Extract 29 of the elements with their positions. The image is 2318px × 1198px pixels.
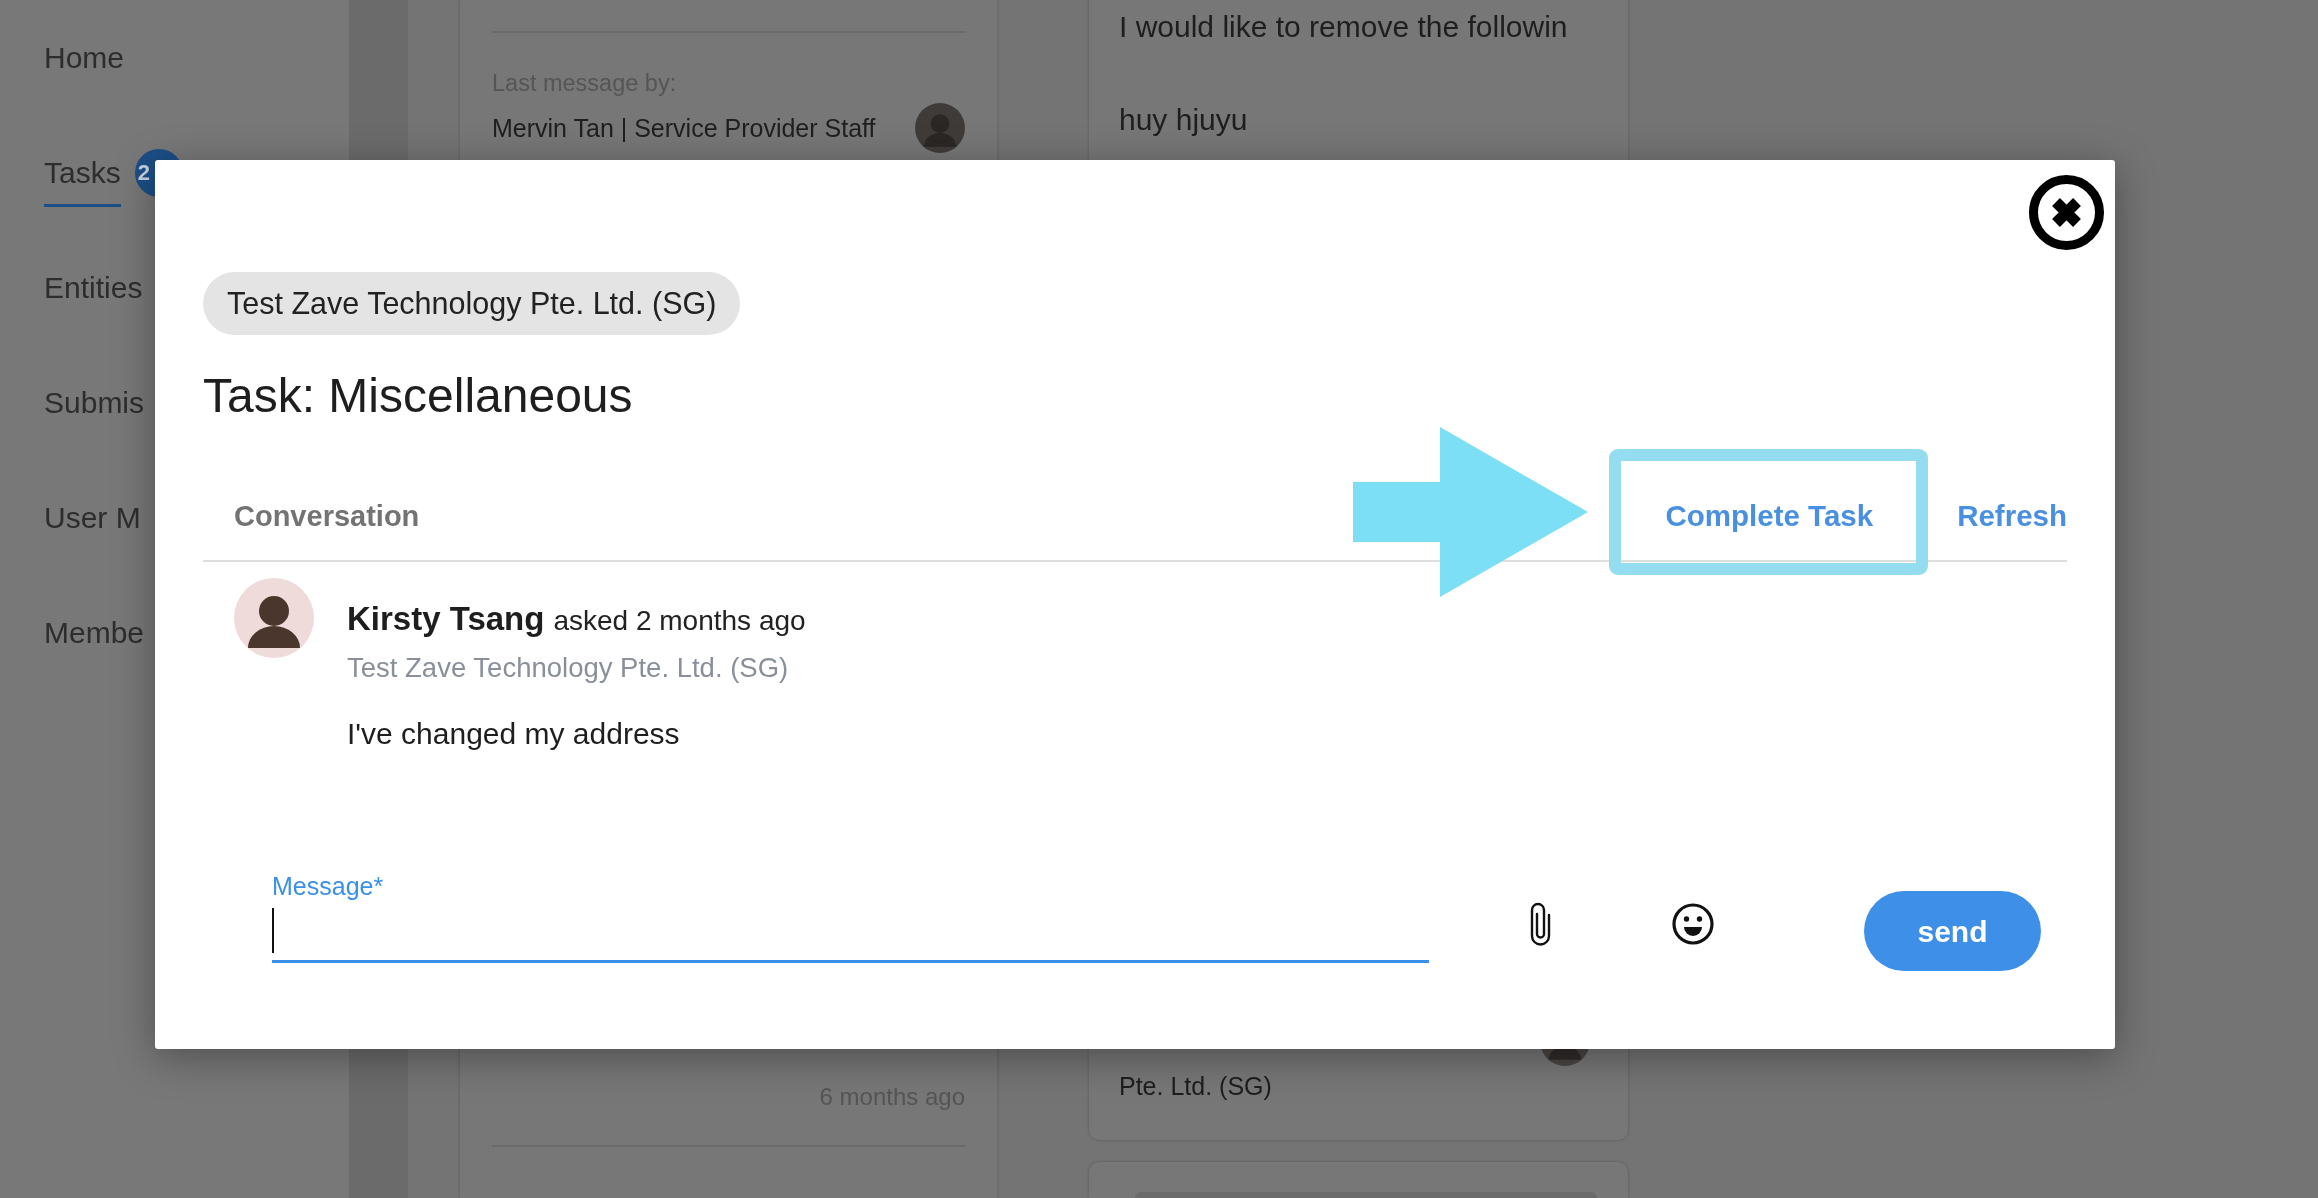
- action-button[interactable]: Complete Task: [1665, 496, 1874, 536]
- sidebar-item[interactable]: Submis: [44, 345, 145, 460]
- message-text: I've changed my address: [347, 716, 680, 752]
- message-field[interactable]: Message*: [272, 872, 1429, 963]
- emoji-button[interactable]: [1672, 903, 1714, 945]
- author-organization: Test Zave Technology Pte. Ltd. (SG): [347, 651, 789, 685]
- author-name: Kirsty Tsang: [347, 599, 545, 639]
- sidebar-item[interactable]: Entities: [44, 230, 143, 345]
- dialog-title: Task: Miscellaneous: [203, 368, 633, 424]
- message-meta: asked 2 months ago: [553, 604, 806, 638]
- task-description-text: I would like to remove the followin: [1119, 10, 1568, 44]
- send-button[interactable]: send: [1864, 891, 2041, 971]
- avatar-icon: [915, 103, 965, 153]
- text-cursor-icon: [272, 908, 274, 953]
- sidebar-item[interactable]: User M: [44, 460, 141, 575]
- avatar-icon: [234, 578, 314, 658]
- action-button[interactable]: Refresh: [1957, 496, 2067, 536]
- section-heading: Conversation: [234, 499, 420, 534]
- sidebar-item[interactable]: Membe: [44, 575, 145, 690]
- close-icon: [2029, 175, 2104, 250]
- close-button[interactable]: [2029, 175, 2104, 250]
- task-description-text: huy hjuyu: [1119, 103, 1248, 137]
- sidebar-item[interactable]: Home: [44, 0, 125, 115]
- author-organization: Pte. Ltd. (SG): [1119, 1071, 1272, 1102]
- author-name: Mervin Tan | Service Provider Staff: [492, 113, 876, 143]
- smiley-icon: [1672, 903, 1714, 945]
- paperclip-icon: [1529, 901, 1552, 946]
- entity-chip: Test Zave Technology Pte. Ltd. (SG): [203, 272, 741, 335]
- attach-button[interactable]: [1529, 901, 1552, 946]
